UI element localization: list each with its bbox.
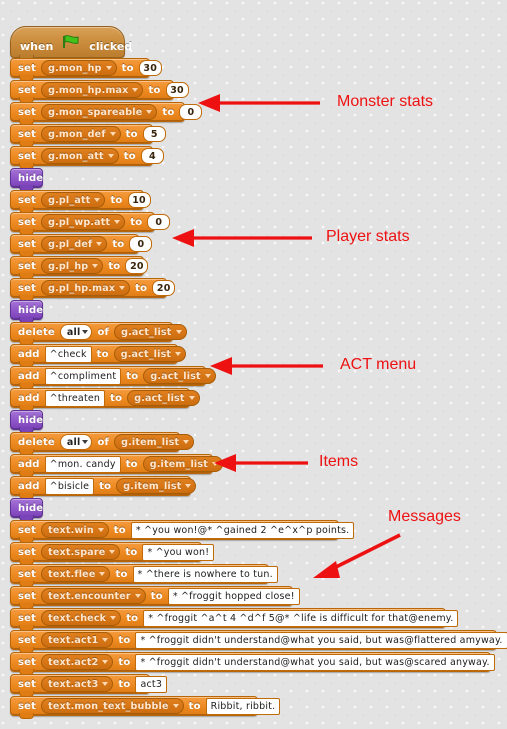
annotation-monster-stats: Monster stats [337, 93, 434, 110]
scratch-script-canvas[interactable]: when clicked set g.mon_hp to 30 set g.mo… [0, 0, 507, 729]
annotation-messages: Messages [388, 508, 461, 525]
annotation-act-menu: ACT menu [340, 356, 417, 373]
annotation-items: Items [319, 453, 359, 470]
annotation-player-stats: Player stats [326, 228, 410, 245]
